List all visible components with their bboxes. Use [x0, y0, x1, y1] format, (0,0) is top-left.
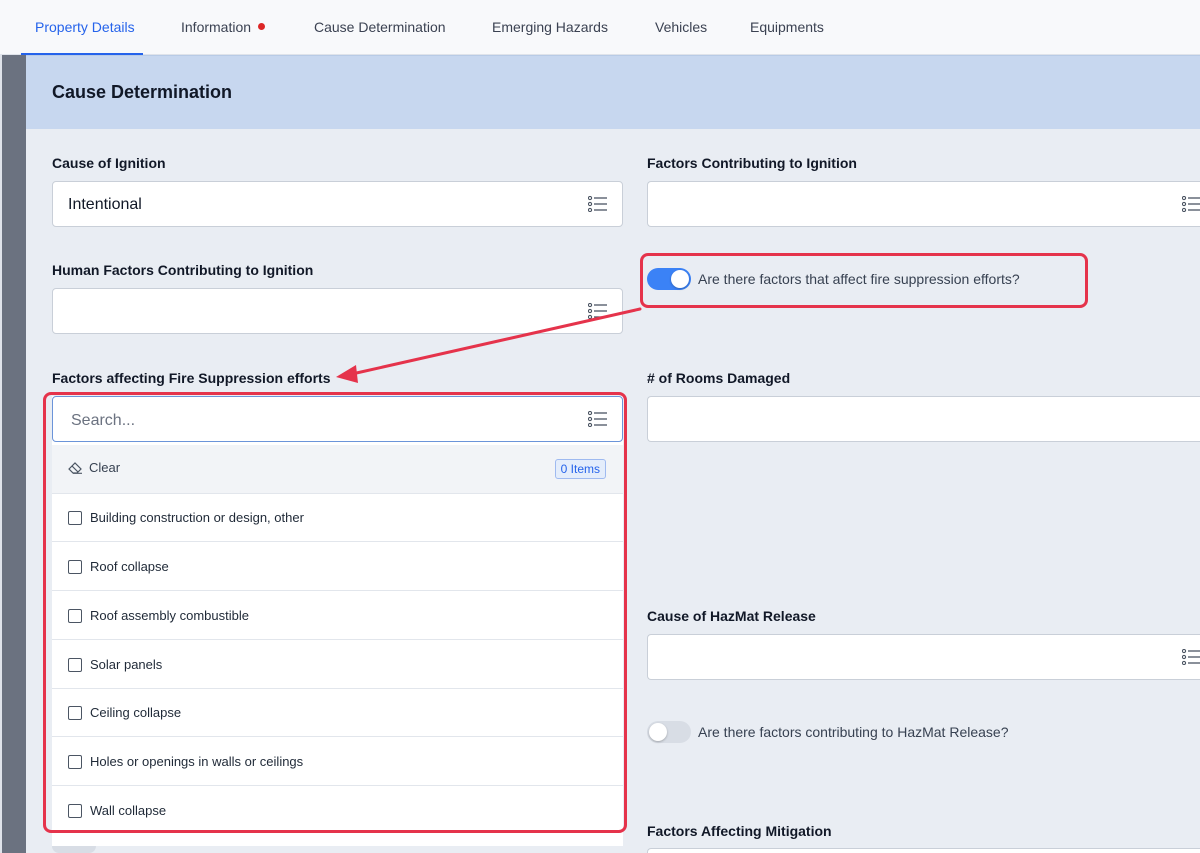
mitigation-field[interactable] [647, 848, 1200, 853]
left-sidebar-strip [0, 55, 28, 853]
list-icon[interactable] [1182, 649, 1200, 665]
tab-label: Cause Determination [314, 19, 446, 35]
tab-label: Information [181, 19, 252, 35]
tab-vehicles[interactable]: Vehicles [655, 0, 707, 54]
tab-information[interactable]: Information [181, 0, 266, 54]
tab-cause-determination[interactable]: Cause Determination [314, 0, 446, 54]
list-icon[interactable] [588, 303, 608, 319]
hazmat-cause-label: Cause of HazMat Release [647, 608, 816, 624]
factors-contributing-label: Factors Contributing to Ignition [647, 155, 857, 171]
cause-of-ignition-field[interactable]: Intentional [52, 181, 623, 227]
rooms-damaged-input[interactable] [647, 396, 1200, 442]
cause-of-ignition-label: Cause of Ignition [52, 155, 166, 171]
panel-header: Cause Determination [26, 55, 1200, 129]
section-title: Cause Determination [52, 82, 233, 102]
cause-of-ignition-value: Intentional [68, 196, 142, 213]
tab-label: Emerging Hazards [492, 19, 608, 35]
tab-emerging-hazards[interactable]: Emerging Hazards [492, 0, 608, 54]
hazmat-cause-field[interactable] [647, 634, 1200, 680]
tab-label: Property Details [35, 19, 135, 35]
rooms-damaged-label: # of Rooms Damaged [647, 370, 791, 386]
tab-equipments[interactable]: Equipments [750, 0, 824, 54]
human-factors-field[interactable] [52, 288, 623, 334]
tab-label: Vehicles [655, 19, 708, 35]
list-icon[interactable] [588, 196, 608, 212]
toggle-knob [649, 723, 667, 741]
human-factors-label: Human Factors Contributing to Ignition [52, 262, 314, 278]
alert-dot-icon [258, 22, 266, 30]
dropdown-highlight-box [43, 392, 627, 833]
hidden-toggle-peek [52, 846, 96, 853]
factors-contributing-field[interactable] [647, 181, 1200, 227]
list-icon[interactable] [1182, 196, 1200, 212]
toggle-highlight-box [640, 253, 1088, 308]
tab-property-details[interactable]: Property Details [21, 0, 143, 55]
hazmat-factors-toggle-label: Are there factors contributing to HazMat… [698, 724, 1009, 740]
tab-label: Equipments [750, 19, 824, 35]
suppression-factors-label: Factors affecting Fire Suppression effor… [52, 370, 331, 386]
mitigation-label: Factors Affecting Mitigation [647, 823, 832, 839]
tab-bar: Property Details Information Cause Deter… [0, 0, 1200, 55]
hazmat-factors-toggle[interactable] [647, 721, 691, 743]
